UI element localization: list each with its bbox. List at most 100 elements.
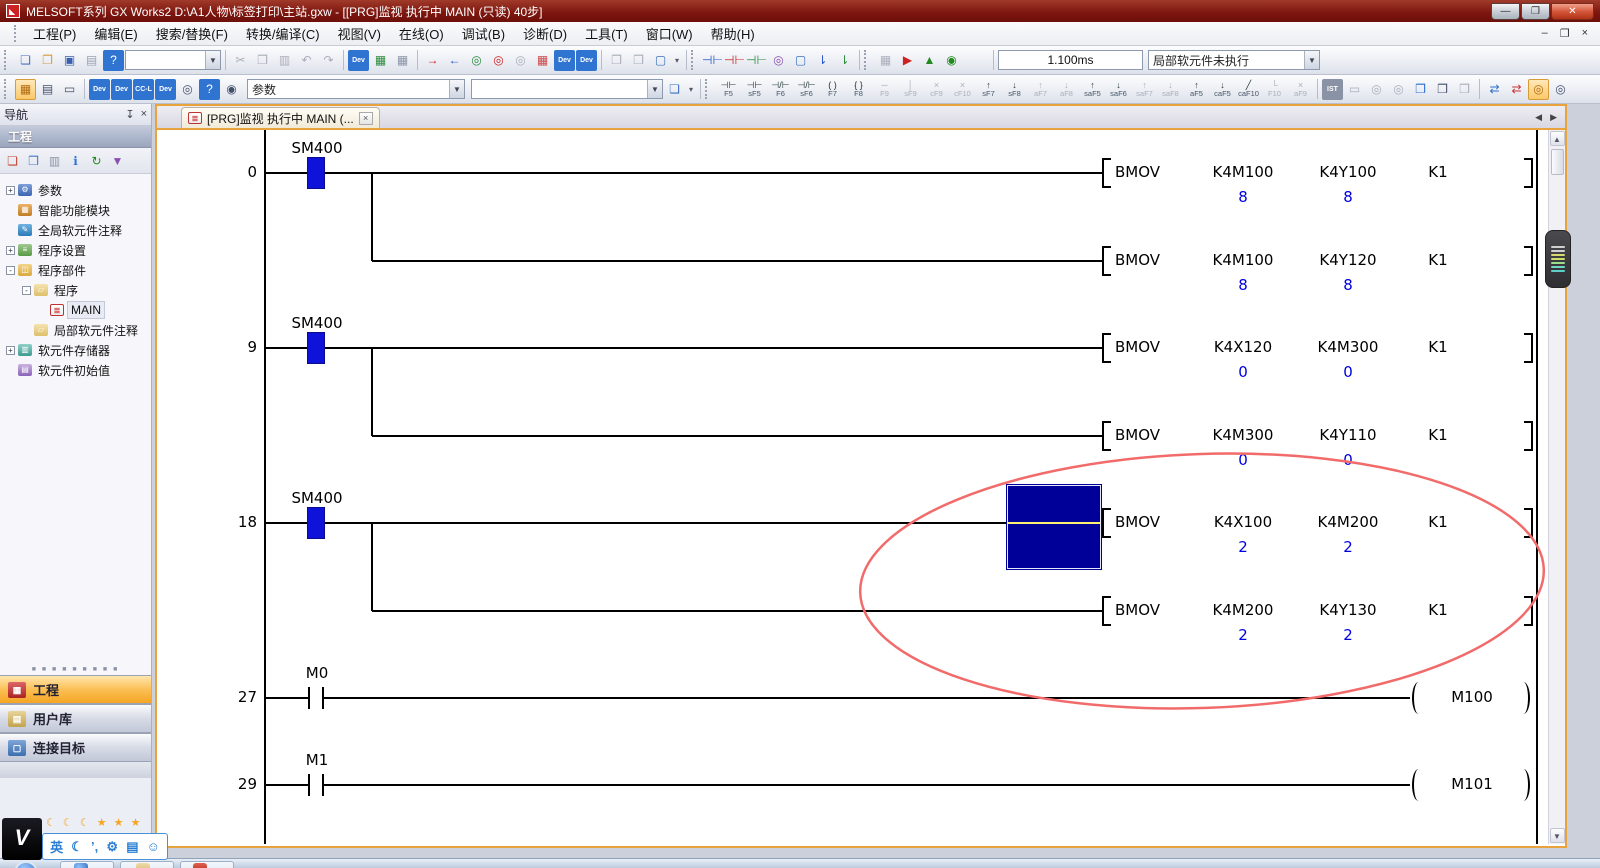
device-memory-icon[interactable]: Dev xyxy=(111,79,132,100)
write-mode-icon[interactable]: ◎ xyxy=(1388,79,1409,100)
project-data-combo[interactable]: ▼ xyxy=(125,50,221,70)
ime-punctuation-icon[interactable]: ’, xyxy=(91,839,98,854)
close-branch-key[interactable]: ⊣/⊢sF6 xyxy=(794,77,819,101)
ime-logo[interactable]: V xyxy=(2,818,42,860)
pc-parameter-icon[interactable]: ▢ xyxy=(650,50,671,71)
remote-operation-icon[interactable]: ◎ xyxy=(488,50,509,71)
find-target-combo[interactable]: 参数▼ xyxy=(247,79,465,99)
menu-item[interactable]: 诊断(D) xyxy=(514,24,576,45)
error-icon[interactable]: ◉ xyxy=(941,50,962,71)
view-button[interactable]: ▦ 工程 xyxy=(0,675,151,704)
local-device-mode-combo[interactable]: 局部软元件未执行▼ xyxy=(1148,50,1320,70)
scrollbar-thumb[interactable] xyxy=(1551,149,1564,175)
change-value-icon[interactable]: ◎ xyxy=(768,50,789,71)
pulse-open-branch-key[interactable]: ↑saF7 xyxy=(1132,77,1157,101)
edit-mode-icon[interactable]: ▭ xyxy=(1344,79,1365,100)
save-project-icon[interactable]: ▣ xyxy=(59,50,80,71)
operand-count[interactable]: K1 xyxy=(1403,338,1473,358)
simulation-icon[interactable]: ▦ xyxy=(875,50,896,71)
redo-icon[interactable]: ↷ xyxy=(318,50,339,71)
vertical-scrollbar[interactable]: ▲ ▼ xyxy=(1548,130,1565,844)
instruction-bmov-1-1[interactable]: BMOV xyxy=(1115,426,1195,446)
device-batch-monitor-icon[interactable]: Dev xyxy=(554,50,575,71)
invert-operation-key[interactable]: ╱caF10 xyxy=(1236,77,1261,101)
minimize-button[interactable]: — xyxy=(1491,3,1520,20)
invert-result-key[interactable]: ↑aF5 xyxy=(1184,77,1209,101)
menu-item[interactable]: 窗口(W) xyxy=(637,24,702,45)
ladder-canvas[interactable]: 0SM400BMOVK4M100K4Y100K188BMOVK4M100K4Y1… xyxy=(157,130,1548,844)
contact-open-bar[interactable] xyxy=(308,687,310,709)
view-button[interactable]: ▢ 连接目标 xyxy=(0,733,151,762)
tab-scroll-right-icon[interactable]: ▶ xyxy=(1550,112,1557,123)
contact-open-bar[interactable] xyxy=(322,687,324,709)
mdi-minimize-button[interactable]: – xyxy=(1542,27,1548,40)
contact-open-bar[interactable] xyxy=(308,774,310,796)
start-monitor-icon[interactable]: ⊣⊢ xyxy=(724,50,745,71)
coil-key[interactable]: ( )F7 xyxy=(820,77,845,101)
close-contact-key[interactable]: ⊣/⊢F6 xyxy=(768,77,793,101)
instruction-bmov-0-0[interactable]: BMOV xyxy=(1115,163,1195,183)
operand-source[interactable]: K4X100 xyxy=(1193,513,1293,533)
warning-icon[interactable]: ▲ xyxy=(919,50,940,71)
mdi-close-button[interactable]: × xyxy=(1582,27,1588,40)
delete-hline-key[interactable]: ×cF9 xyxy=(924,77,949,101)
operand-source[interactable]: K4X120 xyxy=(1193,338,1293,358)
menu-item[interactable]: 调试(B) xyxy=(453,24,514,45)
menu-item[interactable]: 搜索/替换(F) xyxy=(147,24,237,45)
monitor-write-icon[interactable]: ▢ xyxy=(790,50,811,71)
application-instruction-key[interactable]: { }F8 xyxy=(846,77,871,101)
tab-close-icon[interactable]: × xyxy=(359,112,373,125)
toolbar-overflow-icon[interactable]: ▾ xyxy=(672,56,682,65)
pulse-down-key[interactable]: ↓sF8 xyxy=(1002,77,1027,101)
copy-icon[interactable]: ❒ xyxy=(252,50,273,71)
restore-button[interactable]: ❐ xyxy=(1521,3,1550,20)
tree-item[interactable]: - ◫ 程序部件 xyxy=(0,260,151,280)
refresh-view-icon[interactable]: ↻ xyxy=(87,151,106,170)
tree-expand-toggle[interactable]: + xyxy=(6,246,15,255)
new-project-icon[interactable]: ❏ xyxy=(15,50,36,71)
instruction-bmov-0-1[interactable]: BMOV xyxy=(1115,251,1195,271)
coil-M100[interactable]: M100 xyxy=(1426,688,1518,708)
read-from-plc-icon[interactable]: ← xyxy=(444,50,465,71)
operand-count[interactable]: K1 xyxy=(1403,426,1473,446)
find-contact-coil-icon[interactable]: ◎ xyxy=(1528,79,1549,100)
operand-destination[interactable]: K4Y130 xyxy=(1298,601,1398,621)
pulse-down-branch-key[interactable]: ↓aF8 xyxy=(1054,77,1079,101)
operand-destination[interactable]: K4M200 xyxy=(1298,513,1398,533)
document-check-icon[interactable]: ❏ xyxy=(664,79,685,100)
device-display-icon[interactable]: Dev xyxy=(155,79,176,100)
device-monitor-icon[interactable]: ▦ xyxy=(370,50,391,71)
paste-icon[interactable]: ▥ xyxy=(274,50,295,71)
scan-down2-icon[interactable]: ⇂ xyxy=(834,50,855,71)
help-icon-2[interactable]: ? xyxy=(199,79,220,100)
statement-display-icon[interactable]: ❒ xyxy=(1432,79,1453,100)
tree-item[interactable]: + ≡ 程序设置 xyxy=(0,240,151,260)
operand-destination[interactable]: K4Y110 xyxy=(1298,426,1398,446)
tile-windows-icon[interactable]: ❒ xyxy=(606,50,627,71)
contact-open-bar[interactable] xyxy=(322,774,324,796)
pulse-up-branch-key[interactable]: ↑aF7 xyxy=(1028,77,1053,101)
undo-icon[interactable]: ↶ xyxy=(296,50,317,71)
open-branch-key[interactable]: ⊣⊢sF5 xyxy=(742,77,767,101)
contact-on-SM400[interactable] xyxy=(307,507,325,539)
operand-count[interactable]: K1 xyxy=(1403,163,1473,183)
start-button[interactable] xyxy=(14,861,38,868)
operand-source[interactable]: K4M200 xyxy=(1193,601,1293,621)
search-binoculars-icon[interactable]: ◉ xyxy=(221,79,242,100)
note-display-icon[interactable]: ❒ xyxy=(1454,79,1475,100)
selection-cursor[interactable] xyxy=(1007,485,1101,569)
horizontal-line-key[interactable]: ─F9 xyxy=(872,77,897,101)
delete-vline-key[interactable]: ×cF10 xyxy=(950,77,975,101)
operand-destination[interactable]: K4Y100 xyxy=(1298,163,1398,183)
cut-icon[interactable]: ✂ xyxy=(230,50,251,71)
menu-item[interactable]: 工具(T) xyxy=(576,24,637,45)
start-monitor-all-icon[interactable]: ⊣⊢ xyxy=(702,50,723,71)
coil-M101[interactable]: M101 xyxy=(1426,775,1518,795)
vertical-line-key[interactable]: │sF9 xyxy=(898,77,923,101)
cross-reference-icon[interactable]: ⇄ xyxy=(1484,79,1505,100)
tree-item[interactable]: + ⚙ 参数 xyxy=(0,180,151,200)
scan-down1-icon[interactable]: ⇂ xyxy=(812,50,833,71)
menu-item[interactable]: 帮助(H) xyxy=(702,24,764,45)
instruction-bmov-1-0[interactable]: BMOV xyxy=(1115,338,1195,358)
menu-item[interactable]: 转换/编译(C) xyxy=(237,24,329,45)
